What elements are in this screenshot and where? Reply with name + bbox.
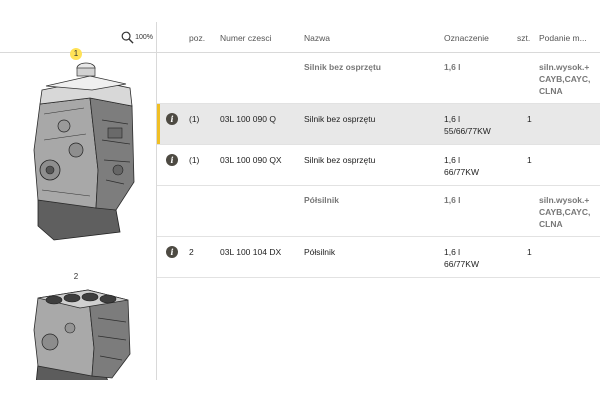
row-position: (1) bbox=[189, 114, 200, 124]
bottom-strip bbox=[0, 380, 600, 400]
callout-1[interactable]: 1 bbox=[70, 48, 82, 60]
diagram-panel: 100% 1 2 bbox=[0, 22, 157, 399]
table-row[interactable]: i (1) 03L 100 090 Q Silnik bez osprzętu … bbox=[157, 104, 600, 145]
zoom-control[interactable]: 100% bbox=[121, 31, 153, 44]
group-designation: 1,6 l bbox=[444, 62, 461, 72]
row-position: 2 bbox=[189, 247, 194, 257]
row-designation: 1,6 l bbox=[444, 247, 461, 257]
col-header-designation[interactable]: Oznaczenie bbox=[444, 33, 489, 43]
row-name: Silnik bez osprzętu bbox=[304, 155, 376, 165]
row-part-number[interactable]: 03L 100 104 DX bbox=[220, 246, 281, 258]
magnifier-icon[interactable] bbox=[121, 31, 134, 44]
table-row[interactable]: i (1) 03L 100 090 QX Silnik bez osprzętu… bbox=[157, 145, 600, 186]
row-name: Półsilnik bbox=[304, 247, 336, 257]
row-quantity: 1 bbox=[527, 155, 532, 165]
row-designation-power: 55/66/77KW bbox=[444, 126, 491, 136]
group-application-line-2: CAYB,CAYC, bbox=[539, 207, 591, 217]
col-header-part-number[interactable]: Numer czesci bbox=[220, 33, 271, 43]
group-name: Półsilnik bbox=[304, 195, 339, 205]
row-position: (1) bbox=[189, 155, 200, 165]
table-row[interactable]: i 2 03L 100 104 DX Półsilnik 1,6 l 66/77… bbox=[157, 237, 600, 278]
engine-illustration-1[interactable] bbox=[24, 50, 140, 246]
group-name: Silnik bez osprzętu bbox=[304, 62, 381, 72]
group-designation: 1,6 l bbox=[444, 195, 461, 205]
row-designation-power: 66/77KW bbox=[444, 167, 479, 177]
row-name: Silnik bez osprzętu bbox=[304, 114, 376, 124]
row-quantity: 1 bbox=[527, 114, 532, 124]
info-icon[interactable]: i bbox=[166, 154, 178, 166]
selection-marker bbox=[157, 104, 160, 144]
row-designation: 1,6 l bbox=[444, 155, 461, 165]
group-application-line-3: CLNA bbox=[539, 219, 563, 229]
col-header-quantity[interactable]: szt. bbox=[517, 33, 530, 43]
row-part-number[interactable]: 03L 100 090 QX bbox=[220, 154, 282, 166]
row-designation: 1,6 l bbox=[444, 114, 461, 124]
col-header-poz[interactable]: poz. bbox=[189, 33, 205, 43]
group-application-line-3: CLNA bbox=[539, 86, 563, 96]
group-application-line-1: siln.wysok.+ bbox=[539, 195, 590, 205]
col-header-application[interactable]: Podanie m... bbox=[539, 33, 587, 43]
info-icon[interactable]: i bbox=[166, 113, 178, 125]
top-strip bbox=[0, 0, 600, 22]
row-designation-power: 66/77KW bbox=[444, 259, 479, 269]
col-header-name[interactable]: Nazwa bbox=[304, 33, 330, 43]
table-row-group[interactable]: Silnik bez osprzętu 1,6 l siln.wysok.+ C… bbox=[157, 53, 600, 104]
parts-table: poz. Numer czesci Nazwa Oznaczenie szt. … bbox=[157, 22, 600, 380]
row-quantity: 1 bbox=[527, 247, 532, 257]
group-application-line-1: siln.wysok.+ bbox=[539, 62, 590, 72]
table-header: poz. Numer czesci Nazwa Oznaczenie szt. … bbox=[157, 22, 600, 53]
table-row-group[interactable]: Półsilnik 1,6 l siln.wysok.+ CAYB,CAYC, … bbox=[157, 186, 600, 237]
zoom-level: 100% bbox=[135, 34, 153, 41]
group-application-line-2: CAYB,CAYC, bbox=[539, 74, 591, 84]
callout-2[interactable]: 2 bbox=[70, 271, 82, 283]
info-icon[interactable]: i bbox=[166, 246, 178, 258]
row-part-number[interactable]: 03L 100 090 Q bbox=[220, 113, 276, 125]
